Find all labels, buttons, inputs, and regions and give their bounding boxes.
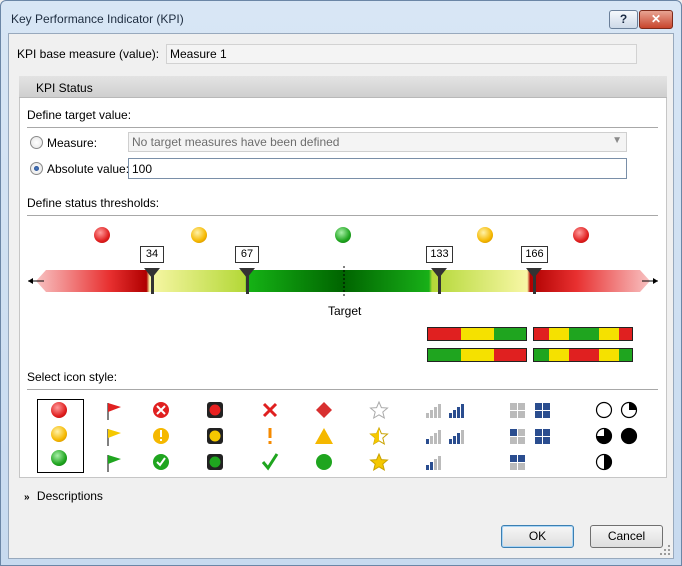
threshold-4-value[interactable]: 166 bbox=[521, 246, 548, 263]
base-measure-value: Measure 1 bbox=[166, 44, 637, 64]
star-icons[interactable] bbox=[369, 400, 389, 476]
tab-kpi-status[interactable]: KPI Status bbox=[19, 76, 667, 98]
threshold-preset-green-yellow-red-yellow-green[interactable] bbox=[533, 348, 633, 362]
threshold-preset-red-yellow-green[interactable] bbox=[427, 327, 527, 341]
descriptions-toggle[interactable]: » Descriptions bbox=[24, 489, 103, 503]
target-section-title: Define target value: bbox=[27, 108, 132, 122]
separator bbox=[27, 215, 658, 216]
red-circle-icon bbox=[51, 402, 67, 418]
yellow-circle-icon bbox=[51, 426, 67, 442]
base-measure-label: KPI base measure (value): bbox=[17, 47, 160, 61]
threshold-preset-green-yellow-red[interactable] bbox=[427, 348, 527, 362]
status-red-icon bbox=[94, 227, 110, 243]
yellow-flag-icon bbox=[107, 429, 121, 446]
absolute-value-radio[interactable] bbox=[30, 162, 43, 175]
exclamation-circle-icon bbox=[153, 428, 169, 444]
traffic-light-icons[interactable] bbox=[205, 400, 225, 476]
kpi-status-panel: Define target value: Measure: No target … bbox=[19, 98, 667, 478]
green-flag-icon bbox=[107, 455, 121, 472]
mark-icons[interactable] bbox=[260, 400, 280, 476]
threshold-3-value[interactable]: 133 bbox=[426, 246, 453, 263]
threshold-1-value[interactable]: 34 bbox=[140, 246, 164, 263]
descriptions-label: Descriptions bbox=[36, 489, 103, 503]
red-light-icon bbox=[207, 402, 223, 418]
status-yellow-icon bbox=[477, 227, 493, 243]
empty-star-icon bbox=[369, 400, 389, 420]
threshold-gauge[interactable] bbox=[28, 266, 658, 296]
exclamation-mark-icon bbox=[268, 428, 272, 444]
measure-label: Measure: bbox=[47, 136, 98, 150]
title-bar[interactable]: Key Performance Indicator (KPI) ? ✕ bbox=[1, 1, 681, 33]
window-title: Key Performance Indicator (KPI) bbox=[11, 12, 184, 26]
status-red-icon bbox=[573, 227, 589, 243]
tab-label: KPI Status bbox=[36, 81, 93, 95]
green-circle-icon bbox=[51, 450, 67, 466]
pie-icons[interactable] bbox=[594, 400, 642, 476]
absolute-value-label: Absolute value: bbox=[47, 162, 130, 176]
icon-style-section-title: Select icon style: bbox=[27, 370, 118, 384]
check-mark-icon bbox=[261, 453, 279, 471]
cancel-button[interactable]: Cancel bbox=[590, 525, 663, 548]
kpi-dialog: Key Performance Indicator (KPI) ? ✕ KPI … bbox=[0, 0, 682, 566]
target-measure-dropdown[interactable]: No target measures have been defined ▼ bbox=[128, 132, 627, 152]
yellow-triangle-icon bbox=[315, 428, 333, 444]
ok-button[interactable]: OK bbox=[501, 525, 574, 548]
green-light-icon bbox=[207, 454, 223, 470]
x-mark-icon bbox=[262, 402, 278, 418]
target-label: Target bbox=[328, 304, 362, 318]
flag-icons[interactable] bbox=[104, 400, 124, 476]
separator bbox=[27, 127, 658, 128]
quadrant-icons[interactable] bbox=[509, 400, 553, 476]
threshold-4-line bbox=[533, 270, 536, 294]
yellow-light-icon bbox=[207, 428, 223, 444]
red-flag-icon bbox=[107, 403, 121, 420]
red-diamond-icon bbox=[316, 402, 332, 418]
threshold-1-line bbox=[151, 270, 154, 294]
threshold-2-line bbox=[246, 270, 249, 294]
symbol-circle-icons[interactable] bbox=[151, 400, 171, 476]
expand-icon: » bbox=[24, 492, 30, 503]
absolute-value-input[interactable]: 100 bbox=[128, 158, 627, 179]
green-circle-icon bbox=[316, 454, 332, 470]
circle-icons[interactable] bbox=[42, 402, 67, 466]
resize-grip-icon[interactable] bbox=[660, 545, 670, 555]
chevron-down-icon: ▼ bbox=[612, 135, 622, 146]
x-circle-icon bbox=[153, 402, 169, 418]
dropdown-value: No target measures have been defined bbox=[132, 135, 340, 149]
threshold-3-line bbox=[438, 270, 441, 294]
full-star-icon bbox=[369, 452, 389, 472]
separator bbox=[27, 389, 658, 390]
help-button[interactable]: ? bbox=[609, 10, 638, 29]
status-green-icon bbox=[335, 227, 351, 243]
threshold-2-value[interactable]: 67 bbox=[235, 246, 259, 263]
threshold-preset-red-yellow-green-yellow-red[interactable] bbox=[533, 327, 633, 341]
half-star-icon bbox=[369, 426, 389, 446]
status-yellow-icon bbox=[191, 227, 207, 243]
measure-radio[interactable] bbox=[30, 136, 43, 149]
dialog-body: KPI base measure (value): Measure 1 KPI … bbox=[8, 33, 674, 559]
thresholds-section-title: Define status thresholds: bbox=[27, 196, 160, 210]
check-circle-icon bbox=[153, 454, 169, 470]
close-button[interactable]: ✕ bbox=[639, 10, 673, 29]
shape-icons[interactable] bbox=[314, 400, 334, 476]
signal-bars-icons[interactable] bbox=[425, 400, 471, 476]
